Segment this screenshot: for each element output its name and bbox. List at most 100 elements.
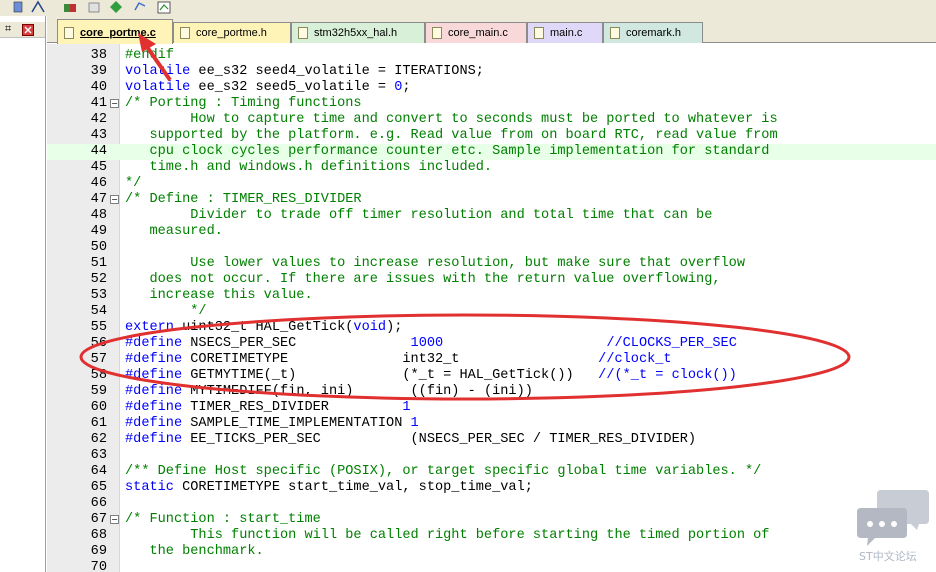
code-line[interactable]: 43 supported by the platform. e.g. Read … (47, 128, 936, 144)
debug-icon[interactable] (10, 0, 26, 15)
close-icon[interactable] (22, 24, 34, 36)
code-text: /* Porting : Timing functions (125, 96, 362, 112)
code-editor[interactable]: 38 #endif 39 volatile ee_s32 seed4_volatile… (47, 44, 936, 572)
code-token: NSECS_PER_SEC (182, 336, 411, 351)
fold-toggle-icon[interactable]: − (110, 195, 119, 204)
code-token: uint32_t HAL_GetTick( (173, 320, 354, 335)
code-line[interactable]: 70 (47, 560, 936, 572)
code-token: #endif (125, 48, 174, 63)
code-text: This function will be called right befor… (125, 528, 769, 544)
code-line[interactable]: 57 #define CORETIMETYPE int32_t //clock_t (47, 352, 936, 368)
code-token: ; (402, 80, 411, 95)
panel-header: ⌗ (0, 22, 45, 38)
code-line[interactable]: 40 volatile ee_s32 seed5_volatile = 0; (47, 80, 936, 96)
fold-toggle-icon[interactable]: − (110, 515, 119, 524)
code-token: */ (125, 176, 142, 191)
code-line[interactable]: 63 (47, 448, 936, 464)
code-line[interactable]: 47−/* Define : TIMER_RES_DIVIDER (47, 192, 936, 208)
code-line[interactable]: 49 measured. (47, 224, 936, 240)
tab-coremark-h[interactable]: coremark.h (603, 22, 703, 43)
code-text: increase this value. (125, 288, 312, 304)
tab-label: core_portme.h (196, 27, 267, 39)
code-line[interactable]: 48 Divider to trade off timer resolution… (47, 208, 936, 224)
code-token: */ (125, 304, 207, 319)
code-text: Divider to trade off timer resolution an… (125, 208, 712, 224)
code-line[interactable]: 62 #define EE_TICKS_PER_SEC (NSECS_PER_SE… (47, 432, 936, 448)
file-icon (298, 27, 308, 39)
line-number: 60 (90, 400, 107, 415)
chart-icon[interactable] (156, 0, 172, 15)
tab-core-portme-c[interactable]: core_portme.c (57, 19, 173, 44)
code-token: CORETIMETYPE start_time_val, stop_time_v… (173, 480, 533, 495)
code-text: /* Function : start_time (125, 512, 321, 528)
code-text: #define SAMPLE_TIME_IMPLEMENTATION 1 (125, 416, 419, 432)
fold-toggle-icon[interactable]: − (110, 99, 119, 108)
code-text: extern uint32_t HAL_GetTick(void); (125, 320, 402, 336)
line-number: 51 (90, 256, 107, 271)
grid-icon[interactable] (132, 0, 148, 15)
code-line[interactable]: 44 cpu clock cycles performance counter … (47, 144, 936, 160)
line-number: 41 (90, 96, 107, 111)
settings-icon[interactable] (86, 0, 102, 15)
tab-core-portme-h[interactable]: core_portme.h (173, 22, 291, 43)
tab-core-main-c[interactable]: core_main.c (425, 22, 527, 43)
code-line[interactable]: 64 /** Define Host specific (POSIX), or t… (47, 464, 936, 480)
code-text: */ (125, 304, 207, 320)
code-line[interactable]: 60 #define TIMER_RES_DIVIDER 1 (47, 400, 936, 416)
code-line[interactable]: 56 #define NSECS_PER_SEC 1000 //CLOCKS_PE… (47, 336, 936, 352)
code-line[interactable]: 65 static CORETIMETYPE start_time_val, st… (47, 480, 936, 496)
code-line[interactable]: 41−/* Porting : Timing functions (47, 96, 936, 112)
line-number: 40 (90, 80, 107, 95)
code-line[interactable]: 58 #define GETMYTIME(_t) (*_t = HAL_GetTi… (47, 368, 936, 384)
tab-stm32h5xx-hal-h[interactable]: stm32h5xx_hal.h (291, 22, 425, 43)
code-line[interactable]: 67−/* Function : start_time (47, 512, 936, 528)
code-line[interactable]: 39 volatile ee_s32 seed4_volatile = ITERA… (47, 64, 936, 80)
code-text: static CORETIMETYPE start_time_val, stop… (125, 480, 533, 496)
code-line[interactable]: 61 #define SAMPLE_TIME_IMPLEMENTATION 1 (47, 416, 936, 432)
editor-tab-bar: core_portme.c core_portme.h stm32h5xx_ha… (47, 16, 936, 44)
code-text: #endif (125, 48, 174, 64)
line-number: 44 (90, 144, 107, 159)
toolbar (0, 0, 936, 16)
copy-icon[interactable] (62, 0, 78, 15)
code-line[interactable]: 66 (47, 496, 936, 512)
code-line[interactable]: 53 increase this value. (47, 288, 936, 304)
code-line[interactable]: 51 Use lower values to increase resoluti… (47, 256, 936, 272)
code-token: extern (125, 320, 174, 335)
line-number: 48 (90, 208, 107, 223)
code-line[interactable]: 54 */ (47, 304, 936, 320)
code-token: CORETIMETYPE int32_t (182, 352, 599, 367)
code-token: TIMER_RES_DIVIDER (182, 400, 403, 415)
code-line[interactable]: 46 */ (47, 176, 936, 192)
code-line[interactable]: 45 time.h and windows.h definitions incl… (47, 160, 936, 176)
code-line[interactable]: 68 This function will be called right be… (47, 528, 936, 544)
code-token: Divider to trade off timer resolution an… (125, 208, 713, 223)
code-line[interactable]: 69 the benchmark. (47, 544, 936, 560)
code-line[interactable]: 50 (47, 240, 936, 256)
pin-icon[interactable]: ⌗ (5, 23, 11, 36)
code-token: #define (125, 352, 183, 367)
edit-icon[interactable] (108, 0, 124, 15)
code-line[interactable]: 38 #endif (47, 48, 936, 64)
code-token: #define (125, 384, 183, 399)
code-token: time.h and windows.h definitions include… (125, 160, 493, 175)
code-token: SAMPLE_TIME_IMPLEMENTATION (182, 416, 411, 431)
code-token: ee_s32 seed4_volatile = ITERATIONS; (190, 64, 484, 79)
line-number: 66 (90, 496, 107, 511)
line-number: 43 (90, 128, 107, 143)
code-token: //CLOCKS_PER_SEC (606, 336, 737, 351)
code-line[interactable]: 55 extern uint32_t HAL_GetTick(void); (47, 320, 936, 336)
code-token: ee_s32 seed5_volatile = (190, 80, 395, 95)
build-icon[interactable] (30, 0, 46, 15)
line-number: 47 (90, 192, 107, 207)
code-token: #define (125, 368, 183, 383)
code-text: does not occur. If there are issues with… (125, 272, 720, 288)
code-line[interactable]: 59 #define MYTIMEDIFF(fin, ini) ((fin) - … (47, 384, 936, 400)
code-line[interactable]: 42 How to capture time and convert to se… (47, 112, 936, 128)
tab-label: stm32h5xx_hal.h (314, 27, 398, 39)
file-icon (610, 27, 620, 39)
code-text: the benchmark. (125, 544, 263, 560)
code-line[interactable]: 52 does not occur. If there are issues w… (47, 272, 936, 288)
tab-main-c[interactable]: main.c (527, 22, 603, 43)
file-icon (64, 27, 74, 39)
